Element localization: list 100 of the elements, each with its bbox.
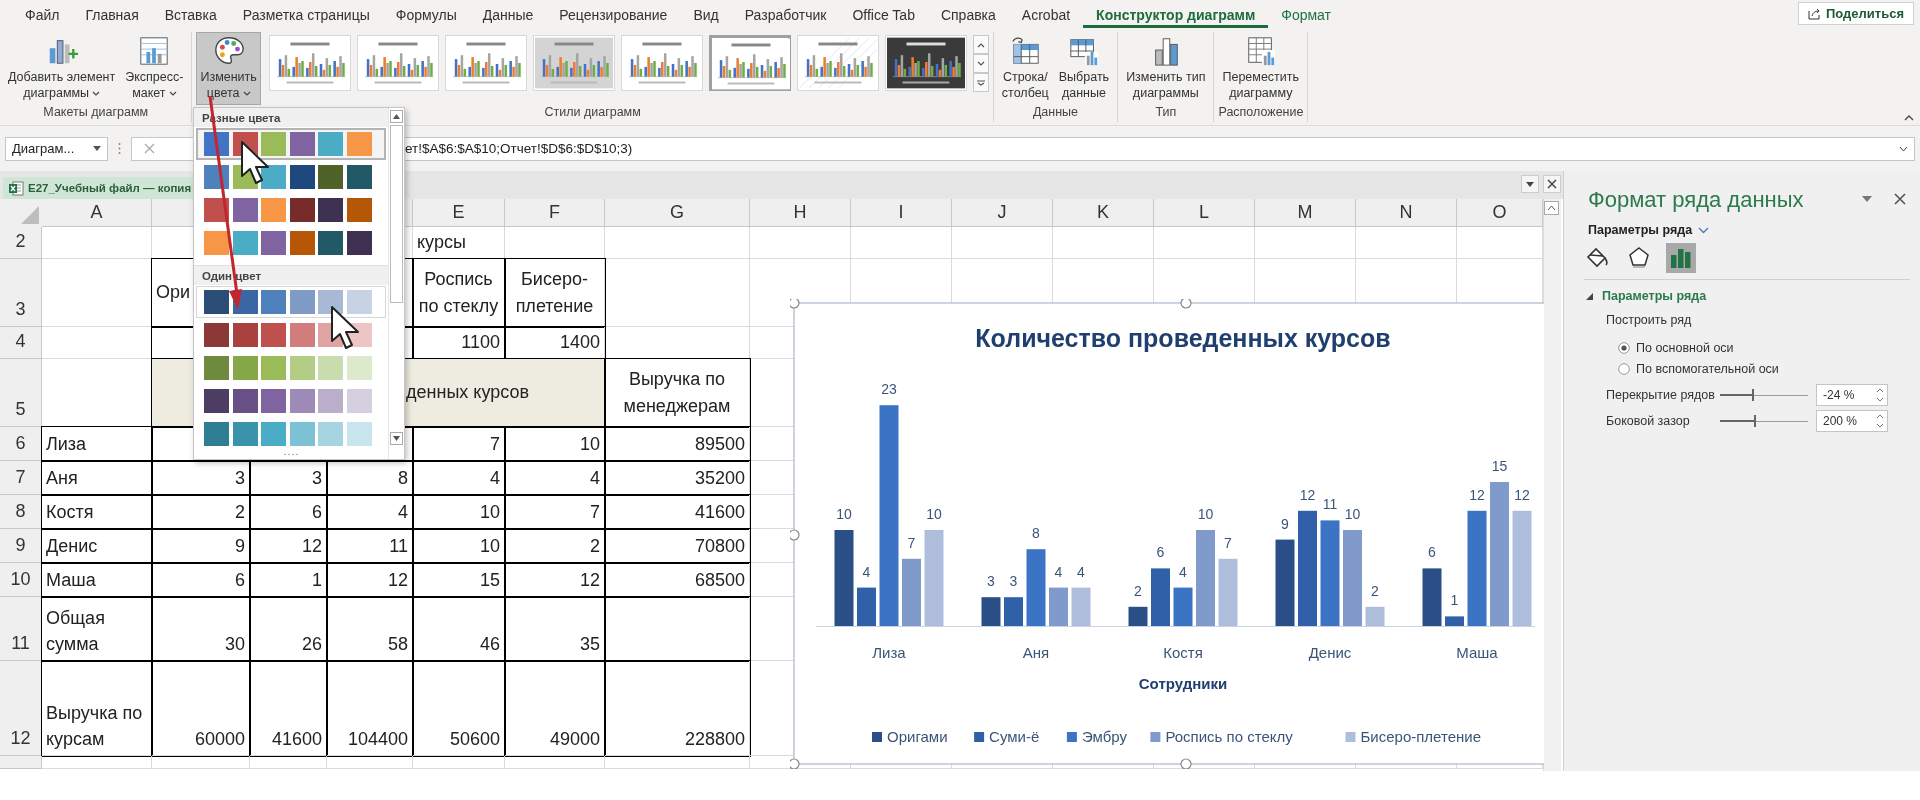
row-header[interactable]: 6 xyxy=(0,427,42,461)
collapse-ribbon-icon[interactable] xyxy=(1904,114,1914,121)
table-cell: 4 xyxy=(505,461,605,495)
data-label: 7 xyxy=(1224,534,1232,551)
ribbon-tab[interactable]: Разметка страницы xyxy=(229,0,383,28)
share-button[interactable]: Поделиться xyxy=(1797,2,1914,25)
ribbon-tab[interactable]: Разработчик xyxy=(731,0,840,28)
table-cell: 3 xyxy=(250,461,327,495)
section-header[interactable]: Параметры ряда xyxy=(1586,289,1707,303)
column-header[interactable]: K xyxy=(1053,199,1154,227)
selection-handle[interactable] xyxy=(790,758,800,769)
table-cell: 41600 xyxy=(250,661,327,756)
spinner-icon[interactable] xyxy=(1876,387,1884,403)
row-header[interactable]: 12 xyxy=(0,661,42,756)
column-header[interactable]: I xyxy=(851,199,952,227)
column-header[interactable]: E xyxy=(413,199,505,227)
slider-thumb[interactable] xyxy=(1752,389,1755,401)
ribbon-tab[interactable]: Вставка xyxy=(151,0,230,28)
ribbon-button[interactable]: Экспресс- макет xyxy=(121,32,188,105)
name-box[interactable]: Диаграм... xyxy=(5,136,108,161)
options-dropdown[interactable]: Параметры ряда xyxy=(1588,223,1710,237)
data-label: 6 xyxy=(1156,544,1165,561)
ribbon-button[interactable]: Добавить элемент диаграммы xyxy=(4,32,120,105)
column-header[interactable]: A xyxy=(42,199,152,227)
value-field[interactable]: -24 % xyxy=(1816,384,1888,406)
column-header[interactable]: F xyxy=(505,199,605,227)
palette-option[interactable] xyxy=(196,286,387,319)
ribbon-tab[interactable]: Файл xyxy=(12,0,73,28)
column-header[interactable]: N xyxy=(1356,199,1457,227)
row-header[interactable]: 3 xyxy=(0,259,42,327)
resize-grip-icon[interactable] xyxy=(282,453,301,457)
ribbon-tab[interactable]: Вид xyxy=(680,0,732,28)
legend-item[interactable]: Эмбру xyxy=(1066,728,1127,745)
row-header[interactable]: 7 xyxy=(0,461,42,495)
scroll-up-button[interactable] xyxy=(390,110,404,123)
dropdown-icon[interactable] xyxy=(1862,196,1872,202)
scroll-down-button[interactable] xyxy=(390,432,404,445)
legend-item[interactable]: Бисеро-плетение xyxy=(1345,728,1481,745)
column-header[interactable]: J xyxy=(952,199,1053,227)
row-header[interactable]: 5 xyxy=(0,359,42,427)
ribbon-tab[interactable]: Данные xyxy=(469,0,547,28)
legend-item[interactable]: Роспись по стеклу xyxy=(1150,728,1293,745)
chart-style-option[interactable] xyxy=(884,35,967,91)
radio-option[interactable]: По вспомогательной оси xyxy=(1618,362,1920,376)
axis-title: Сотрудники xyxy=(1138,675,1228,692)
radio-option[interactable]: По основной оси xyxy=(1618,341,1920,355)
row-header[interactable]: 11 xyxy=(0,597,42,661)
column-header[interactable]: O xyxy=(1457,199,1543,227)
ribbon-button[interactable]: Изменить цвета xyxy=(196,32,261,105)
selection-handle[interactable] xyxy=(1180,758,1192,769)
slider-thumb[interactable] xyxy=(1754,415,1757,427)
close-icon[interactable] xyxy=(1894,193,1906,205)
data-label: 4 xyxy=(1179,563,1187,580)
palette-option[interactable] xyxy=(196,128,387,161)
value-field[interactable]: 200 % xyxy=(1816,410,1888,432)
table-cell: курсы xyxy=(413,227,505,259)
ribbon-button[interactable]: Переместить диаграмму xyxy=(1218,32,1304,105)
ribbon-button[interactable]: Строка/ столбец xyxy=(997,32,1053,105)
ribbon-tab[interactable]: Office Tab xyxy=(839,0,928,28)
row-header[interactable]: 2 xyxy=(0,227,42,259)
expand-icon[interactable] xyxy=(1899,145,1908,152)
legend-item[interactable]: Суми-ё xyxy=(974,728,1040,745)
selection-handle[interactable] xyxy=(1180,299,1192,309)
slider-label: Перекрытие рядов xyxy=(1606,388,1716,402)
column-header[interactable]: L xyxy=(1154,199,1255,227)
table-cell: 50600 xyxy=(413,661,505,756)
data-label: 2 xyxy=(1134,582,1142,599)
ribbon-tab[interactable]: Acrobat xyxy=(1008,0,1084,28)
column-header[interactable]: H xyxy=(750,199,851,227)
spinner-icon[interactable] xyxy=(1876,413,1884,429)
more-styles-button[interactable] xyxy=(972,73,989,92)
row-header[interactable]: 10 xyxy=(0,563,42,597)
data-label: 6 xyxy=(1428,544,1436,561)
ribbon-tab[interactable]: Формат xyxy=(1268,0,1344,28)
scroll-up-button[interactable] xyxy=(1544,201,1559,215)
share-icon xyxy=(1807,7,1821,20)
ribbon-tab[interactable]: Формулы xyxy=(382,0,470,28)
row-header[interactable]: 9 xyxy=(0,529,42,563)
scrollbar-thumb[interactable] xyxy=(390,125,404,303)
legend-item[interactable]: Оригами xyxy=(872,728,948,745)
ribbon-button[interactable]: Изменить тип диаграммы xyxy=(1122,32,1210,105)
row-header[interactable]: 4 xyxy=(0,327,42,359)
drag-handle-icon[interactable] xyxy=(118,142,121,155)
table-cell: Выручка по менеджерам xyxy=(605,359,750,427)
bar[interactable] xyxy=(857,587,876,626)
cancel-icon[interactable] xyxy=(144,143,155,154)
selection-handle[interactable] xyxy=(790,299,800,309)
dropdown-icon[interactable] xyxy=(1521,175,1539,193)
ribbon-button[interactable]: Выбрать данные xyxy=(1054,32,1114,105)
ribbon-tab[interactable]: Главная xyxy=(72,0,152,28)
pointer-icon xyxy=(330,305,362,351)
table-cell: 4 xyxy=(413,461,505,495)
column-header[interactable]: G xyxy=(605,199,750,227)
selection-handle[interactable] xyxy=(790,529,800,541)
data-label: 1 xyxy=(1450,592,1459,609)
ribbon-tab[interactable]: Рецензирование xyxy=(546,0,681,28)
row-header[interactable]: 8 xyxy=(0,495,42,529)
column-header[interactable]: M xyxy=(1255,199,1356,227)
ribbon-tab[interactable]: Справка xyxy=(927,0,1009,28)
category-label: Маша xyxy=(1456,644,1498,661)
